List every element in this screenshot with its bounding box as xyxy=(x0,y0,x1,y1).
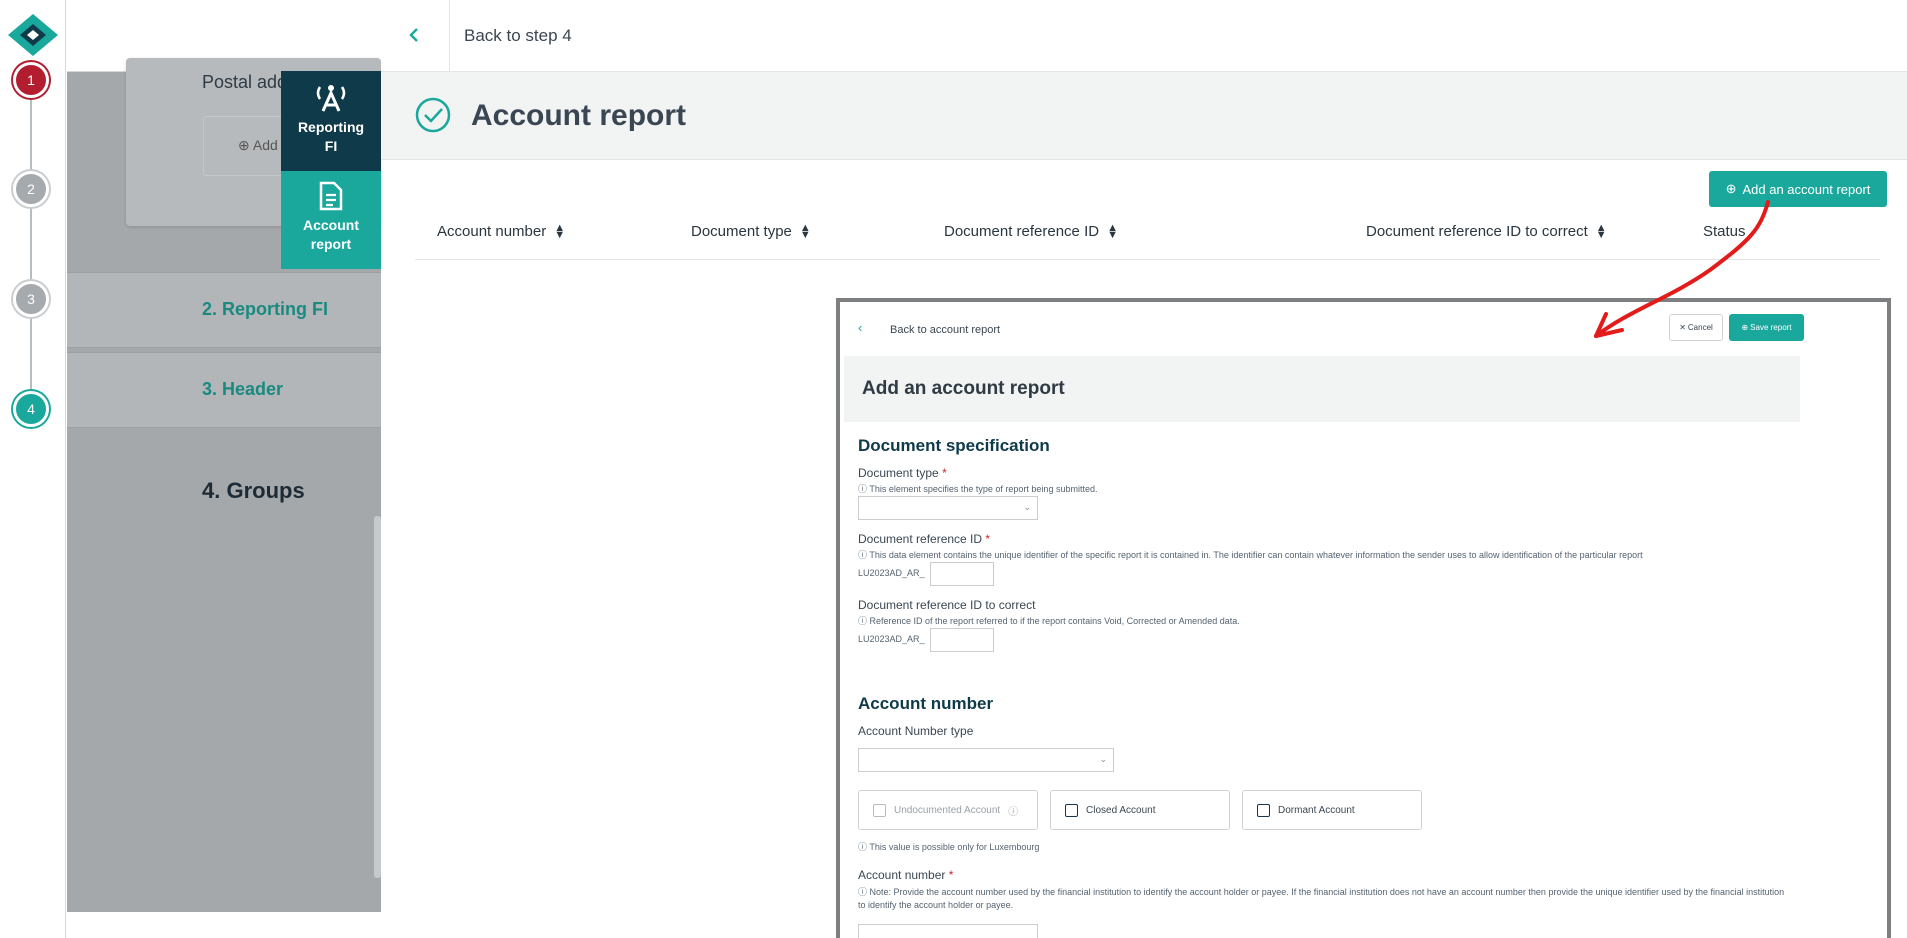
topbar-divider xyxy=(449,0,450,72)
section-header[interactable]: 3. Header xyxy=(67,352,381,428)
page-title: Account report xyxy=(471,99,687,132)
inset-account-number-heading: Account number xyxy=(858,694,994,713)
info-icon: ⓘ xyxy=(1008,806,1019,818)
groups-title: 4. Groups xyxy=(202,478,305,503)
inset-closed-account-checkbox: Closed Account xyxy=(1050,790,1230,830)
step-4[interactable]: 4 xyxy=(13,391,49,427)
annotation-arrow-icon xyxy=(1594,200,1770,338)
inset-title: Add an account report xyxy=(862,378,1065,399)
inset-dormant-account-checkbox: Dormant Account xyxy=(1242,790,1422,830)
inset-doc-ref-prefix: LU2023AD_AR_ xyxy=(858,568,925,578)
inset-back-link: Back to account report xyxy=(890,324,1001,336)
postal-address-label: Postal add xyxy=(202,72,288,92)
inset-undocumented-checkbox: Undocumented Account ⓘ xyxy=(858,790,1038,830)
column-header-document-reference-id[interactable]: Document reference ID ▲ ▼ xyxy=(944,221,1118,241)
sort-icon: ▲ ▼ xyxy=(554,221,566,241)
tab-label: Reporting xyxy=(297,119,365,135)
inset-lux-note: ⓘ This value is possible only for Luxemb… xyxy=(858,842,1040,852)
embedded-screenshot: ‹ Back to account report ✕ Cancel ⊕ Save r… xyxy=(836,298,1891,938)
inset-account-number-input xyxy=(858,924,1038,938)
add-address-label: Add xyxy=(252,137,278,153)
tab-reporting-fi[interactable]: Reporting FI xyxy=(281,71,381,171)
section-title: 3. Header xyxy=(202,379,284,399)
checkbox-icon xyxy=(873,803,886,817)
sort-icon: ▲ ▼ xyxy=(1107,221,1118,241)
inset-doc-ref-input xyxy=(930,562,994,586)
inset-doc-type-label: Document type * xyxy=(858,466,947,480)
checkbox-icon xyxy=(1257,803,1270,817)
inset-account-number-type-label: Account Number type xyxy=(858,724,974,738)
column-header-document-type[interactable]: Document type ▲ ▼ xyxy=(691,221,811,241)
back-chevron-icon[interactable] xyxy=(404,20,428,50)
inset-doc-type-help: ⓘ This element specifies the type of rep… xyxy=(858,484,1098,494)
checkbox-icon xyxy=(1065,803,1078,817)
top-bar xyxy=(381,0,1907,72)
sort-icon: ▲ ▼ xyxy=(799,221,811,241)
inset-account-number-label: Account number * xyxy=(858,868,954,882)
inset-doc-ref-correct-prefix: LU2023AD_AR_ xyxy=(858,634,925,644)
tab-label: FI xyxy=(324,138,338,154)
left-step-rail xyxy=(0,0,66,938)
inset-doc-ref-label: Document reference ID * xyxy=(858,532,991,546)
document-icon xyxy=(319,181,343,211)
app-logo[interactable] xyxy=(6,12,60,58)
chevron-down-icon: ⌄ xyxy=(1099,754,1107,764)
column-label: Document type xyxy=(691,223,792,240)
inset-doc-ref-correct-input xyxy=(930,628,994,652)
section-reporting-fi[interactable]: 2. Reporting FI xyxy=(67,272,381,348)
step-3[interactable]: 3 xyxy=(13,281,49,317)
inset-doc-spec-heading: Document specification xyxy=(858,436,1050,455)
inset-doc-ref-help: ⓘ This data element contains the unique … xyxy=(858,550,1643,560)
section-title: 2. Reporting FI xyxy=(202,299,328,319)
inset-doc-ref-correct-help: ⓘ Reference ID of the report referred to… xyxy=(858,616,1240,626)
check-circle-icon xyxy=(415,97,451,133)
scroll-edge xyxy=(374,516,381,878)
column-label: Account number xyxy=(437,223,547,240)
inset-doc-type-select: ⌄ xyxy=(858,496,1038,520)
column-label: Document reference ID to correct xyxy=(1366,223,1588,240)
tab-label: report xyxy=(310,236,352,252)
inset-doc-ref-correct-label: Document reference ID to correct xyxy=(858,598,1036,612)
column-header-account-number[interactable]: Account number ▲ ▼ xyxy=(437,221,566,241)
inset-back-chevron-icon: ‹ xyxy=(858,320,863,335)
back-to-step-link[interactable]: Back to step 4 xyxy=(464,26,572,46)
tab-label: Account xyxy=(303,217,359,233)
plus-circle-icon: ⊕ xyxy=(238,137,250,153)
step-1[interactable]: 1 xyxy=(13,62,49,98)
tab-account-report[interactable]: Account report xyxy=(281,171,381,269)
antenna-person-icon xyxy=(316,85,346,112)
inset-account-number-note: ⓘ Note: Provide the account number used … xyxy=(858,887,1785,910)
column-label: Document reference ID xyxy=(944,223,1100,240)
step-2[interactable]: 2 xyxy=(13,171,49,207)
chevron-down-icon: ⌄ xyxy=(1023,502,1031,512)
inset-account-number-type-select: ⌄ xyxy=(858,748,1114,772)
